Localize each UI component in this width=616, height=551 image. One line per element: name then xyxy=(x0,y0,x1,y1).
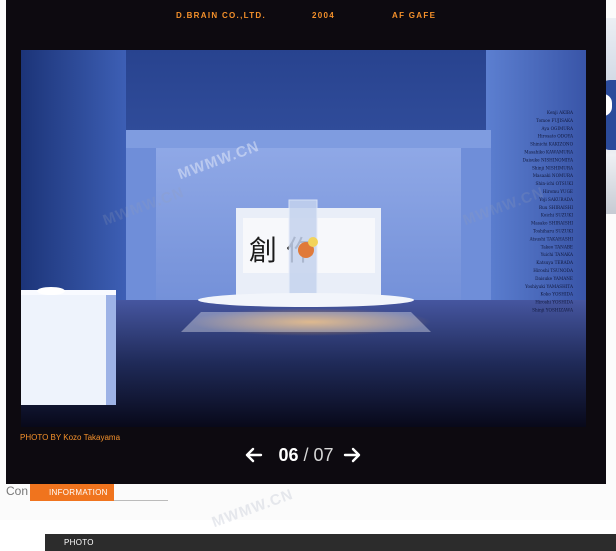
arrow-right-icon xyxy=(343,447,361,463)
wall-name-text: Koko YOSHIDA xyxy=(540,292,574,297)
photo-scene: 創 作 Kenji AKIBATomoe FUJISAKAAya OGIMURA… xyxy=(21,50,586,427)
wall-name-text: Hirosato ODOYA xyxy=(538,134,574,139)
wall-name-text: Hiroshi TSUNODA xyxy=(533,268,574,273)
photo-credit: PHOTO BY Kozo Takayama xyxy=(20,433,121,442)
exhibition-photo: 創 作 Kenji AKIBA Tomoe FUJISAKA Aya OGIMURA… xyxy=(21,50,586,427)
current-photo-number: 06 xyxy=(278,445,299,465)
photo-lightbox: D.BRAIN CO.,LTD. 2004 AF GAFE 創 作 Kenji … xyxy=(6,0,606,484)
wall-name-text: Shinji NISHIMURA xyxy=(532,165,574,170)
arrow-left-icon xyxy=(245,447,263,463)
project-year: 2004 xyxy=(312,11,335,20)
wall-name-text: Koichi SUZUKI xyxy=(541,213,574,218)
wall-name-text: Yoshiyuki YAMASHITA xyxy=(524,284,574,289)
photo-counter: 06 / 07 xyxy=(274,444,338,466)
wall-name-text: Atsushi TAKAHASHI xyxy=(529,236,574,241)
menu-item-information[interactable]: INFORMATION xyxy=(30,484,114,501)
wall-name-text: Tomoe FUJISAKA xyxy=(536,118,574,123)
wall-name-text: Masahiko KAWAMURA xyxy=(524,150,574,155)
next-button[interactable] xyxy=(342,444,362,466)
page-divider xyxy=(112,500,168,501)
wall-name-text: Katsuya TERADA xyxy=(536,260,574,265)
page-text-fragment: Con xyxy=(6,484,29,498)
wall-name-text: Masako SHIRAISHI xyxy=(531,221,573,226)
menu-item-photo[interactable]: PHOTO xyxy=(45,534,616,551)
wall-name-text: Kenji AKIBA xyxy=(547,110,574,115)
wall-name-text: Takeo TANABE xyxy=(541,244,573,249)
wall-name-text: Toshiharu SUZUKI xyxy=(533,229,573,234)
section-menu: PHOTO INFORMATION xyxy=(30,484,616,551)
wall-name-text: Yuichi TANAKA xyxy=(540,252,574,257)
counter-separator: / xyxy=(303,445,309,465)
prev-button[interactable] xyxy=(244,444,264,466)
wall-name-text: Masaaki NOMURA xyxy=(533,173,574,178)
wall-name-text: Hiroshi YOSHIDA xyxy=(535,300,574,305)
wall-name-text: Aya OGIMURA xyxy=(541,126,574,131)
wall-name-text: Daisuke YAMANE xyxy=(535,276,573,281)
total-photo-count: 07 xyxy=(313,445,334,465)
photo-pagination: 06 / 07 xyxy=(6,444,606,468)
wall-name-text: Shinji YOSHIZAWA xyxy=(532,308,574,313)
wall-name-text: Shinichi KAKIZONO xyxy=(530,142,573,147)
company-name: D.BRAIN CO.,LTD. xyxy=(176,11,266,20)
wall-name-text: Ruu SHIRAISHI xyxy=(539,205,573,210)
wall-name-text: Daisuke NISHINOMIYA xyxy=(523,157,574,162)
wall-name-text: Hiromu YUGE xyxy=(543,189,573,194)
project-name: AF GAFE xyxy=(392,11,437,20)
